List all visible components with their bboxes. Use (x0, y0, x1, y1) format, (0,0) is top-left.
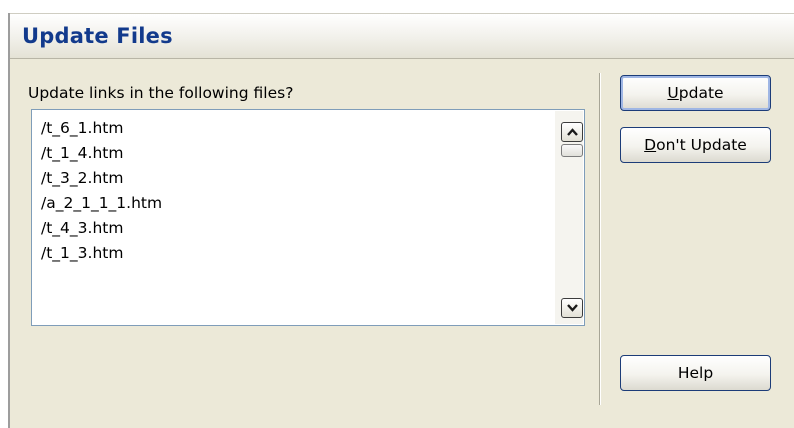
list-item[interactable]: /t_3_2.htm (41, 166, 552, 191)
files-listbox[interactable]: /t_6_1.htm /t_1_4.htm /t_3_2.htm /a_2_1_… (31, 109, 585, 326)
files-list: /t_6_1.htm /t_1_4.htm /t_3_2.htm /a_2_1_… (41, 116, 552, 266)
update-label: pdate (678, 84, 724, 102)
list-item[interactable]: /a_2_1_1_1.htm (41, 191, 552, 216)
vertical-scrollbar[interactable] (555, 111, 583, 324)
update-button[interactable]: Update (620, 75, 771, 111)
list-item[interactable]: /t_1_3.htm (41, 241, 552, 266)
scroll-thumb[interactable] (561, 144, 583, 157)
list-item[interactable]: /t_6_1.htm (41, 116, 552, 141)
chevron-up-icon (567, 128, 578, 136)
list-item[interactable]: /t_1_4.htm (41, 141, 552, 166)
dialog-titlebar: Update Files (10, 13, 794, 59)
dont-update-label: on't Update (656, 136, 747, 154)
dialog-title: Update Files (22, 24, 173, 48)
scroll-down-button[interactable] (561, 298, 583, 318)
update-mnemonic: U (667, 84, 679, 102)
list-item[interactable]: /t_4_3.htm (41, 216, 552, 241)
vertical-separator (599, 73, 601, 405)
help-label: Help (677, 364, 714, 382)
chevron-down-icon (567, 304, 578, 312)
dont-update-button[interactable]: Don't Update (620, 127, 771, 163)
scroll-up-button[interactable] (561, 122, 583, 142)
help-button[interactable]: Help (620, 355, 771, 391)
dont-update-mnemonic: D (644, 136, 657, 154)
prompt-label: Update links in the following files? (28, 84, 294, 102)
